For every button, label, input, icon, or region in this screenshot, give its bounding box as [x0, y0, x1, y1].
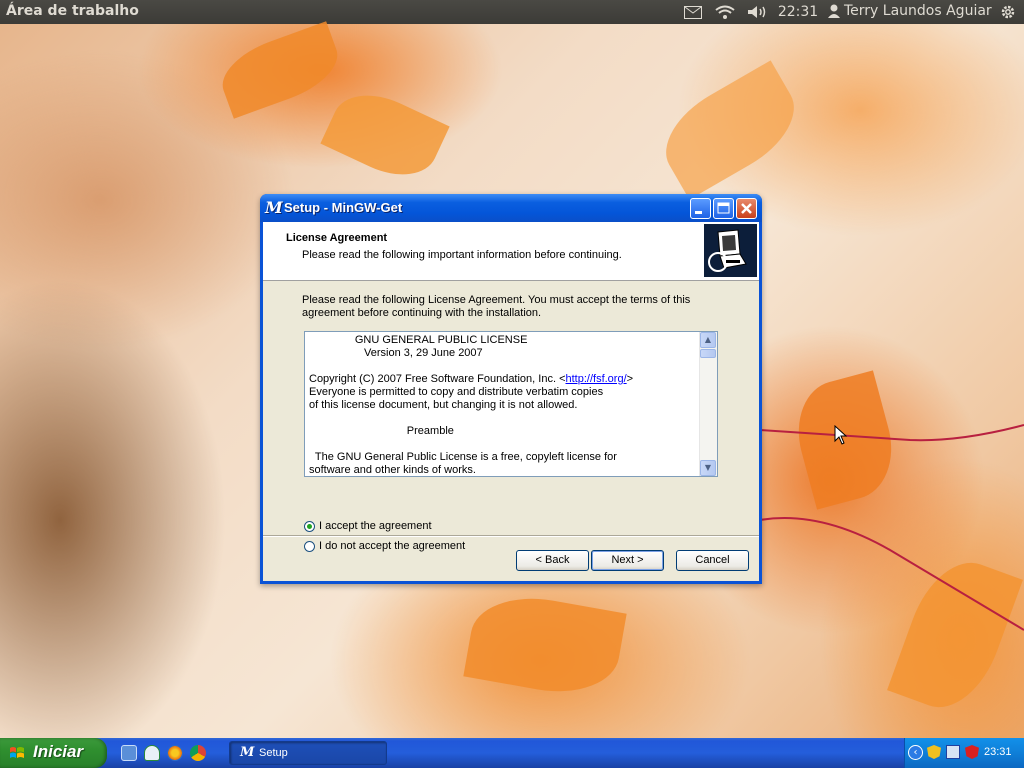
mingw-task-icon: M	[240, 745, 255, 760]
installer-computer-icon	[704, 224, 757, 277]
back-button[interactable]: < Back	[516, 550, 589, 571]
volume-icon[interactable]	[746, 2, 768, 22]
tray-clock[interactable]: 23:31	[984, 746, 1012, 758]
top-panel: Área de trabalho 22:31 Terry Laundos Agu…	[0, 0, 1024, 24]
decline-radio[interactable]	[304, 540, 315, 552]
license-line: Preamble	[309, 425, 454, 437]
clock[interactable]: 22:31	[778, 2, 818, 22]
license-text: GNU GENERAL PUBLIC LICENSE Version 3, 29…	[309, 334, 699, 476]
dialog-titlebar[interactable]: M Setup - MinGW-Get	[260, 194, 762, 222]
maximize-icon	[717, 202, 730, 214]
minimize-icon	[695, 211, 702, 214]
chrome-icon[interactable]	[190, 745, 206, 761]
system-tray: ‹ 23:31	[904, 738, 1024, 768]
security-warning-icon[interactable]	[965, 745, 979, 759]
license-line: GNU GENERAL PUBLIC LICENSE	[309, 334, 528, 346]
next-button[interactable]: Next >	[591, 550, 664, 571]
instructions-text: Please read the following License Agreem…	[302, 294, 691, 319]
maximize-button[interactable]	[713, 198, 734, 219]
taskbar-item-setup[interactable]: M Setup	[229, 741, 387, 765]
network-icon[interactable]	[946, 745, 960, 759]
license-line: Everyone is permitted to copy and distri…	[309, 386, 604, 398]
cancel-button[interactable]: Cancel	[676, 550, 749, 571]
windows-logo-icon	[10, 747, 24, 758]
button-separator	[263, 535, 759, 537]
user-name: Terry Laundos Aguiar	[844, 3, 992, 19]
wallpaper-leaf	[213, 21, 347, 119]
wifi-icon[interactable]	[714, 2, 736, 22]
start-button[interactable]: Iniciar	[0, 738, 107, 768]
security-center-icon[interactable]	[144, 745, 160, 761]
show-desktop-icon[interactable]	[121, 745, 137, 761]
close-icon	[741, 203, 752, 214]
close-button[interactable]	[736, 198, 757, 219]
wizard-header: License Agreement Please read the follow…	[263, 222, 759, 281]
dialog-client: License Agreement Please read the follow…	[263, 222, 759, 581]
license-scrollbar[interactable]: ▲ ▼	[699, 332, 717, 476]
page-title: License Agreement	[286, 232, 388, 244]
dialog-title: Setup - MinGW-Get	[284, 200, 403, 215]
accept-radio-label: I accept the agreement	[319, 520, 432, 532]
media-player-icon[interactable]	[167, 745, 183, 761]
license-textbox[interactable]: GNU GENERAL PUBLIC LICENSE Version 3, 29…	[304, 331, 718, 477]
wallpaper-leaf	[320, 80, 450, 190]
user-menu[interactable]: Terry Laundos Aguiar	[828, 3, 992, 19]
mingw-app-icon: M	[265, 198, 283, 217]
gear-icon[interactable]	[998, 2, 1018, 22]
accept-radio-option[interactable]: I accept the agreement	[304, 520, 432, 532]
start-label: Iniciar	[33, 742, 84, 761]
mail-icon[interactable]	[683, 2, 703, 22]
scroll-down-button[interactable]: ▼	[700, 460, 716, 476]
license-line: Copyright (C) 2007 Free Software Foundat…	[309, 373, 566, 385]
user-icon	[828, 4, 840, 18]
taskbar: Iniciar M Setup ‹ 23:31	[0, 738, 1024, 768]
wallpaper-leaf	[463, 587, 627, 703]
setup-dialog: M Setup - MinGW-Get License Agreement Pl…	[260, 194, 762, 584]
license-line: The GNU General Public License is a free…	[309, 451, 617, 463]
scroll-thumb[interactable]	[700, 349, 716, 358]
license-line: software and other kinds of works.	[309, 464, 476, 476]
desktop-title[interactable]: Área de trabalho	[6, 3, 139, 19]
minimize-button[interactable]	[690, 198, 711, 219]
decline-radio-option[interactable]: I do not accept the agreement	[304, 540, 465, 552]
page-subtitle: Please read the following important info…	[302, 249, 622, 261]
scroll-up-button[interactable]: ▲	[700, 332, 716, 348]
mouse-cursor	[834, 425, 848, 445]
chevron-left-icon[interactable]: ‹	[908, 745, 923, 760]
license-line: Version 3, 29 June 2007	[309, 347, 483, 359]
accept-radio[interactable]	[304, 520, 315, 532]
decline-radio-label: I do not accept the agreement	[319, 540, 466, 552]
license-line: of this license document, but changing i…	[309, 399, 578, 411]
wallpaper-stem	[760, 424, 1024, 631]
wallpaper-leaf	[649, 60, 811, 200]
license-line: >	[626, 373, 634, 385]
shield-alert-icon[interactable]	[927, 745, 941, 759]
taskbar-item-label: Setup	[259, 747, 288, 759]
fsf-link[interactable]: http://fsf.org/	[566, 373, 627, 385]
